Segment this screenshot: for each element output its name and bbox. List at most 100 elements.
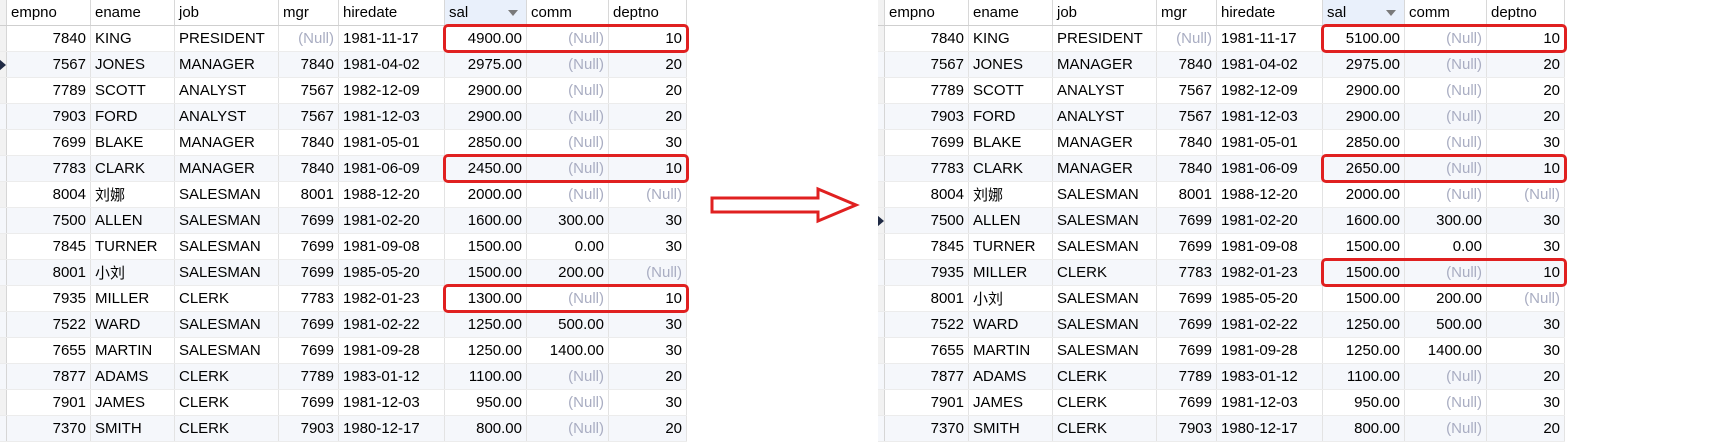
cell-deptno[interactable]: 20 xyxy=(1486,415,1565,442)
cell-comm[interactable]: (Null) xyxy=(1404,77,1487,104)
cell-mgr[interactable]: 7789 xyxy=(1156,363,1217,390)
cell-hiredate[interactable]: 1981-02-22 xyxy=(338,311,445,338)
cell-sal[interactable]: 1100.00 xyxy=(444,363,527,390)
cell-ename[interactable]: MILLER xyxy=(968,259,1053,286)
table-row[interactable]: 7567 JONES MANAGER 7840 1981-04-02 2975.00 (Nu… xyxy=(878,51,1565,78)
cell-deptno[interactable]: 10 xyxy=(608,25,687,52)
cell-comm[interactable]: (Null) xyxy=(1404,51,1487,78)
cell-sal[interactable]: 2000.00 xyxy=(444,181,527,208)
cell-sal[interactable]: 800.00 xyxy=(1322,415,1405,442)
table-row[interactable]: 7845 TURNER SALESMAN 7699 1981-09-08 1500.00 0… xyxy=(878,233,1565,260)
cell-ename[interactable]: BLAKE xyxy=(968,129,1053,156)
table-row[interactable]: 7789 SCOTT ANALYST 7567 1982-12-09 2900.00 (Nu… xyxy=(0,77,687,104)
table-row[interactable]: 7845 TURNER SALESMAN 7699 1981-09-08 1500.00 0… xyxy=(0,233,687,260)
cell-comm[interactable]: (Null) xyxy=(526,51,609,78)
cell-job[interactable]: PRESIDENT xyxy=(1052,25,1157,52)
cell-job[interactable]: SALESMAN xyxy=(1052,207,1157,234)
cell-comm[interactable]: (Null) xyxy=(526,103,609,130)
table-row[interactable]: 7655 MARTIN SALESMAN 7699 1981-09-28 1250.00 1… xyxy=(0,337,687,364)
cell-ename[interactable]: ADAMS xyxy=(968,363,1053,390)
table-row[interactable]: 7370 SMITH CLERK 7903 1980-12-17 800.00 (Null)… xyxy=(878,415,1565,442)
cell-comm[interactable]: (Null) xyxy=(526,25,609,52)
cell-mgr[interactable]: 8001 xyxy=(1156,181,1217,208)
cell-ename[interactable]: SMITH xyxy=(968,415,1053,442)
cell-comm[interactable]: (Null) xyxy=(1404,181,1487,208)
table-row[interactable]: 8004 刘娜 SALESMAN 8001 1988-12-20 2000.00 (Null… xyxy=(878,181,1565,208)
cell-sal[interactable]: 1250.00 xyxy=(1322,337,1405,364)
cell-mgr[interactable]: 7567 xyxy=(1156,103,1217,130)
cell-comm[interactable]: (Null) xyxy=(1404,259,1487,286)
column-header-comm[interactable]: comm xyxy=(1404,0,1487,26)
table-row[interactable]: 7699 BLAKE MANAGER 7840 1981-05-01 2850.00 (Nu… xyxy=(0,129,687,156)
cell-sal[interactable]: 2975.00 xyxy=(444,51,527,78)
cell-mgr[interactable]: 7840 xyxy=(278,129,339,156)
cell-mgr[interactable]: 7699 xyxy=(1156,207,1217,234)
cell-comm[interactable]: (Null) xyxy=(1404,415,1487,442)
cell-mgr[interactable]: 7699 xyxy=(1156,233,1217,260)
table-row[interactable]: 7877 ADAMS CLERK 7789 1983-01-12 1100.00 (Null… xyxy=(0,363,687,390)
cell-ename[interactable]: WARD xyxy=(968,311,1053,338)
cell-mgr[interactable]: 7699 xyxy=(1156,285,1217,312)
cell-job[interactable]: SALESMAN xyxy=(1052,233,1157,260)
cell-empno[interactable]: 7699 xyxy=(6,129,91,156)
cell-deptno[interactable]: (Null) xyxy=(608,259,687,286)
cell-ename[interactable]: SCOTT xyxy=(90,77,175,104)
cell-comm[interactable]: 300.00 xyxy=(526,207,609,234)
cell-comm[interactable]: 0.00 xyxy=(1404,233,1487,260)
cell-empno[interactable]: 7840 xyxy=(6,25,91,52)
cell-job[interactable]: SALESMAN xyxy=(1052,285,1157,312)
cell-ename[interactable]: MILLER xyxy=(90,285,175,312)
cell-sal[interactable]: 1500.00 xyxy=(1322,285,1405,312)
cell-hiredate[interactable]: 1981-02-20 xyxy=(338,207,445,234)
cell-sal[interactable]: 2000.00 xyxy=(1322,181,1405,208)
cell-comm[interactable]: (Null) xyxy=(526,363,609,390)
cell-sal[interactable]: 1500.00 xyxy=(1322,259,1405,286)
table-row[interactable]: 7935 MILLER CLERK 7783 1982-01-23 1500.00 (Nul… xyxy=(878,259,1565,286)
cell-comm[interactable]: 200.00 xyxy=(1404,285,1487,312)
cell-comm[interactable]: (Null) xyxy=(526,389,609,416)
cell-empno[interactable]: 7370 xyxy=(884,415,969,442)
cell-comm[interactable]: 300.00 xyxy=(1404,207,1487,234)
cell-sal[interactable]: 2850.00 xyxy=(1322,129,1405,156)
cell-ename[interactable]: MARTIN xyxy=(968,337,1053,364)
cell-job[interactable]: MANAGER xyxy=(174,155,279,182)
cell-comm[interactable]: 1400.00 xyxy=(526,337,609,364)
cell-hiredate[interactable]: 1983-01-12 xyxy=(1216,363,1323,390)
column-header-comm[interactable]: comm xyxy=(526,0,609,26)
cell-deptno[interactable]: 30 xyxy=(608,389,687,416)
cell-sal[interactable]: 1500.00 xyxy=(444,233,527,260)
cell-ename[interactable]: ADAMS xyxy=(90,363,175,390)
cell-deptno[interactable]: 30 xyxy=(1486,337,1565,364)
cell-deptno[interactable]: 20 xyxy=(608,103,687,130)
cell-hiredate[interactable]: 1981-09-28 xyxy=(1216,337,1323,364)
cell-ename[interactable]: CLARK xyxy=(968,155,1053,182)
cell-job[interactable]: MANAGER xyxy=(1052,129,1157,156)
cell-job[interactable]: CLERK xyxy=(1052,259,1157,286)
cell-comm[interactable]: (Null) xyxy=(526,181,609,208)
cell-mgr[interactable]: (Null) xyxy=(278,25,339,52)
cell-sal[interactable]: 2650.00 xyxy=(1322,155,1405,182)
cell-sal[interactable]: 2900.00 xyxy=(444,103,527,130)
cell-deptno[interactable]: 10 xyxy=(1486,155,1565,182)
table-row[interactable]: 7655 MARTIN SALESMAN 7699 1981-09-28 1250.00 1… xyxy=(878,337,1565,364)
cell-ename[interactable]: KING xyxy=(90,25,175,52)
cell-empno[interactable]: 7500 xyxy=(884,207,969,234)
result-grid-after[interactable]: empno ename job mgr hiredate sal comm deptno 78… xyxy=(878,0,1565,442)
cell-sal[interactable]: 1250.00 xyxy=(1322,311,1405,338)
cell-sal[interactable]: 2450.00 xyxy=(444,155,527,182)
cell-ename[interactable]: JAMES xyxy=(968,389,1053,416)
column-header-sal[interactable]: sal xyxy=(1322,0,1405,26)
cell-job[interactable]: CLERK xyxy=(174,285,279,312)
cell-mgr[interactable]: 7840 xyxy=(278,155,339,182)
cell-deptno[interactable]: 30 xyxy=(608,311,687,338)
cell-job[interactable]: ANALYST xyxy=(1052,77,1157,104)
cell-hiredate[interactable]: 1981-12-03 xyxy=(338,389,445,416)
cell-job[interactable]: CLERK xyxy=(1052,363,1157,390)
table-row[interactable]: 7500 ALLEN SALESMAN 7699 1981-02-20 1600.00 30… xyxy=(878,207,1565,234)
cell-sal[interactable]: 2900.00 xyxy=(1322,77,1405,104)
cell-empno[interactable]: 7901 xyxy=(884,389,969,416)
cell-hiredate[interactable]: 1980-12-17 xyxy=(338,415,445,442)
cell-hiredate[interactable]: 1982-01-23 xyxy=(338,285,445,312)
cell-ename[interactable]: 小刘 xyxy=(90,259,175,286)
cell-hiredate[interactable]: 1983-01-12 xyxy=(338,363,445,390)
